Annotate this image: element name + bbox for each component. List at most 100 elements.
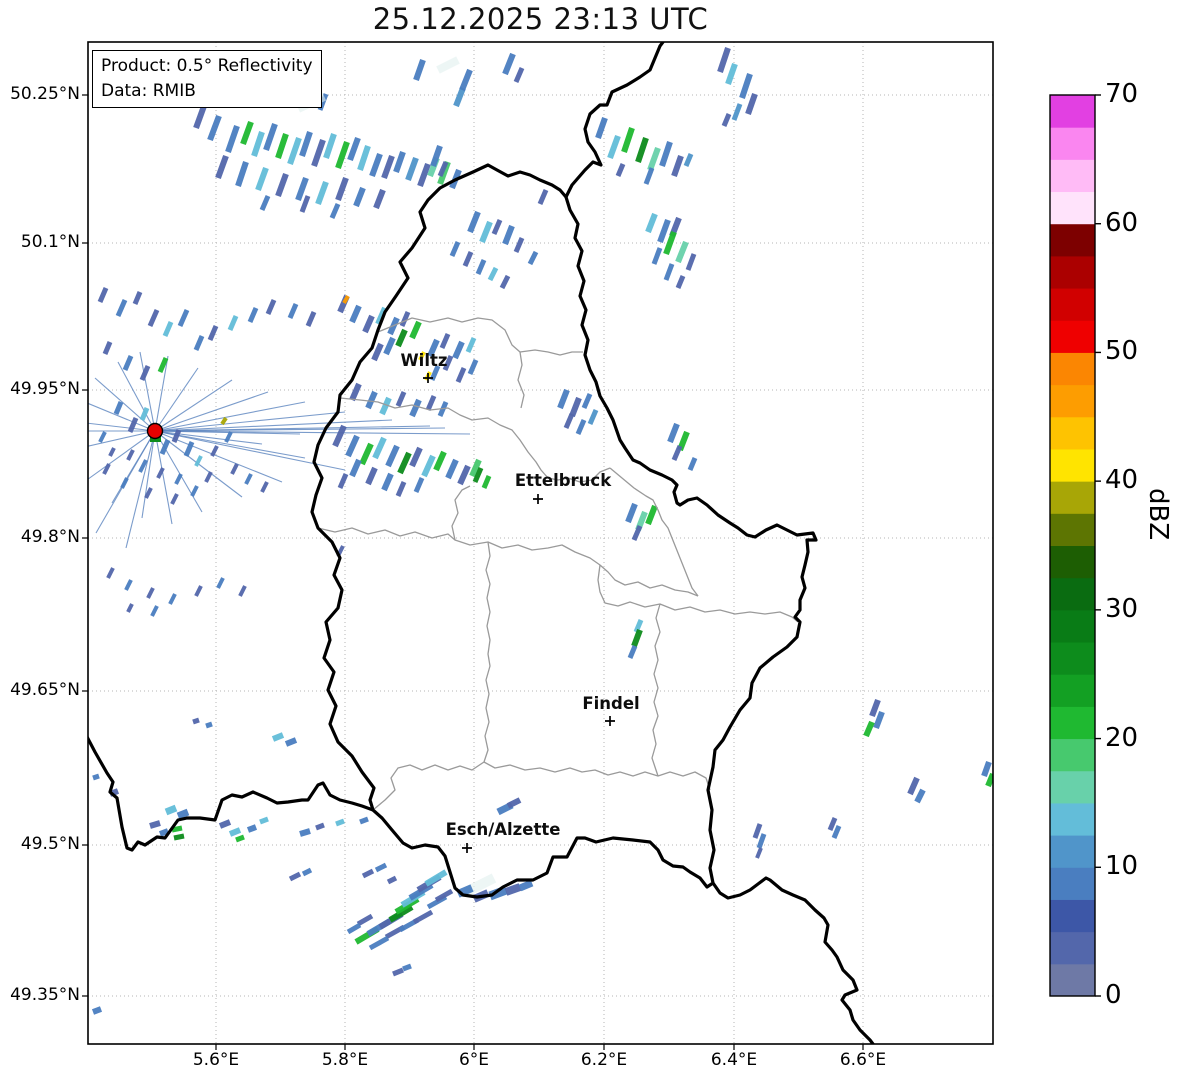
radar-echo xyxy=(557,388,570,410)
radar-echo xyxy=(259,816,269,825)
colorbar-tick-label: 60 xyxy=(1105,207,1139,238)
radar-echo xyxy=(659,141,673,167)
radar-echo xyxy=(357,145,371,171)
colorbar-segment xyxy=(1050,867,1095,900)
radar-echo xyxy=(260,481,269,493)
radar-echo xyxy=(174,473,183,485)
radar-echo xyxy=(335,818,345,827)
radar-echo xyxy=(914,788,926,804)
colorbar-tick-label: 20 xyxy=(1105,722,1139,753)
radar-echo xyxy=(176,808,190,820)
radar-echo xyxy=(651,247,663,265)
city-marker-ettelbruck xyxy=(533,494,543,504)
canton-border xyxy=(454,539,699,597)
radar-echo xyxy=(207,114,222,142)
colorbar-unit-label: dBZ xyxy=(1143,488,1173,541)
radar-echo xyxy=(863,720,875,738)
radar-echo xyxy=(381,472,394,492)
radar-echo xyxy=(147,308,160,328)
radar-echo xyxy=(513,237,525,253)
radar-echo xyxy=(436,56,460,74)
colorbar-segment xyxy=(1050,191,1095,225)
canton-border xyxy=(483,761,711,791)
colorbar-segment xyxy=(1050,674,1095,707)
radar-echo xyxy=(462,251,474,267)
country-border-france_germany xyxy=(711,876,875,1044)
radar-echo xyxy=(315,180,329,206)
radar-echo xyxy=(150,605,159,617)
radar-echo xyxy=(230,463,239,475)
colorbar-tick-label: 30 xyxy=(1105,593,1139,624)
colorbar-segment xyxy=(1050,384,1095,418)
y-axis-tick-label: 49.8°N xyxy=(20,527,80,547)
colorbar-segment xyxy=(1050,931,1095,965)
radar-echo xyxy=(631,525,643,541)
radar-echo xyxy=(311,139,326,167)
radar-echo xyxy=(97,287,109,303)
radar-echo xyxy=(455,367,467,383)
radar-echo xyxy=(168,593,177,605)
radar-echo xyxy=(349,304,362,324)
radar-echo xyxy=(413,477,425,493)
radar-echo xyxy=(386,875,398,885)
radar-echo xyxy=(218,819,232,829)
radar-echo xyxy=(238,585,247,597)
radar-echo xyxy=(615,163,626,177)
radar-echo xyxy=(831,825,842,839)
radar-echo xyxy=(392,967,404,977)
colorbar-segment xyxy=(1050,448,1095,482)
radar-echo xyxy=(425,395,437,411)
canton-border xyxy=(317,485,471,541)
radar-echo xyxy=(124,579,133,591)
colorbar-segment xyxy=(1050,577,1095,611)
radar-echo xyxy=(409,398,422,418)
radar-echo xyxy=(402,963,412,972)
radar-echo xyxy=(353,186,366,208)
colorbar-segment xyxy=(1050,416,1095,450)
radar-echo xyxy=(755,847,763,859)
map-content xyxy=(88,42,993,1044)
radar-echo xyxy=(349,458,362,478)
radar-echo xyxy=(671,445,683,461)
radar-echo xyxy=(106,567,115,579)
radar-echo xyxy=(365,390,378,410)
radar-echo xyxy=(335,176,349,202)
y-axis-tick-label: 50.1°N xyxy=(20,232,80,252)
radar-echo xyxy=(399,311,411,327)
radar-echo xyxy=(631,628,643,648)
radar-echo xyxy=(627,645,638,659)
radar-echo xyxy=(445,458,459,480)
radar-echo xyxy=(621,127,635,153)
radar-echo xyxy=(92,773,100,781)
radar-echo xyxy=(347,136,361,162)
canton-border xyxy=(651,603,661,777)
radar-echo xyxy=(359,442,374,466)
radar-echo xyxy=(459,68,473,92)
radar-echo xyxy=(127,417,139,433)
radar-echo xyxy=(193,104,207,130)
radar-echo xyxy=(372,436,387,460)
radar-echo xyxy=(315,822,325,831)
radar-echo xyxy=(725,63,738,85)
radar-echo xyxy=(479,220,493,244)
radar-echo xyxy=(244,473,253,485)
radar-echo xyxy=(745,93,758,115)
radar-figure: 25.12.2025 23:13 UTC Product: 0.5° Refle… xyxy=(0,0,1184,1081)
radar-echo xyxy=(504,883,522,896)
x-axis-tick-label: 5.8°E xyxy=(321,1050,369,1070)
radar-echo xyxy=(156,467,165,479)
colorbar-tick-label: 70 xyxy=(1105,79,1139,109)
radar-echo xyxy=(227,315,239,331)
y-axis-tick-label: 50.25°N xyxy=(10,84,80,104)
radar-echo xyxy=(453,86,466,108)
x-axis-tick-label: 6.4°E xyxy=(710,1050,758,1070)
radar-echo xyxy=(177,308,190,328)
radar-echo xyxy=(907,776,920,796)
colorbar-segment xyxy=(1050,642,1095,675)
radar-echo xyxy=(475,259,487,275)
colorbar-segment xyxy=(1050,802,1095,836)
radar-echo xyxy=(491,219,503,235)
radar-echo xyxy=(721,113,732,127)
colorbar-segment xyxy=(1050,352,1095,386)
radar-echo xyxy=(228,827,242,837)
